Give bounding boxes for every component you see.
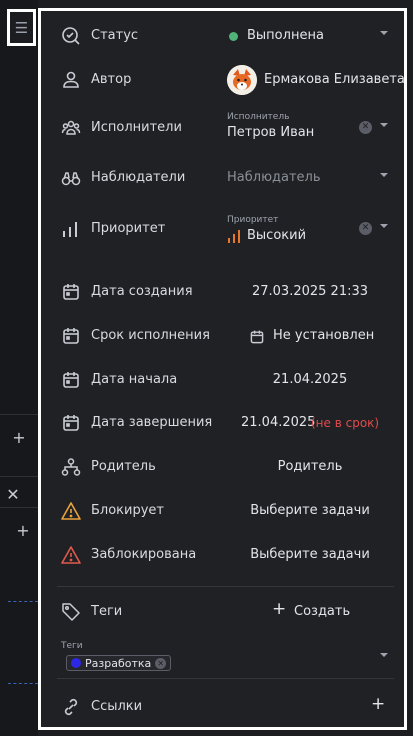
author-avatar: [227, 65, 257, 95]
chevron-down-icon[interactable]: [378, 649, 390, 661]
menu-button[interactable]: ☰: [7, 9, 36, 46]
start-date-row[interactable]: Дата начала 21.04.2025: [41, 360, 404, 400]
parent-label: Родитель: [91, 459, 156, 474]
status-dot: [229, 32, 238, 41]
chevron-down-icon[interactable]: [378, 119, 390, 131]
calendar-icon: [249, 329, 265, 345]
task-properties-panel: Статус Выполнена Автор Ермакова Елизавет…: [38, 8, 407, 730]
binoculars-icon: [61, 168, 83, 190]
priority-high-icon: [227, 229, 243, 243]
dashed-line: [8, 601, 38, 602]
plus-icon[interactable]: +: [272, 599, 286, 619]
end-date-label: Дата завершения: [91, 415, 213, 430]
created-row: Дата создания 27.03.2025 21:33: [41, 272, 404, 312]
user-icon: [61, 70, 83, 92]
end-date-row[interactable]: Дата завершения 21.04.2025 (не в срок): [41, 403, 404, 443]
priority-row[interactable]: Приоритет Приоритет Высокий ✕: [41, 209, 404, 249]
blocked-value[interactable]: Выберите задачи: [227, 547, 393, 562]
link-icon: [61, 697, 83, 719]
start-date-value[interactable]: 21.04.2025: [227, 372, 393, 387]
users-group-icon: [61, 118, 83, 140]
author-name: Ермакова Елизавета: [264, 72, 405, 87]
deadline-value[interactable]: Не установлен: [273, 328, 374, 343]
watchers-row[interactable]: Наблюдатели Наблюдатель: [41, 158, 404, 198]
priority-field-label: Приоритет: [227, 215, 279, 225]
created-label: Дата создания: [91, 284, 193, 299]
blocks-row[interactable]: Блокирует Выберите задачи: [41, 491, 404, 531]
status-value[interactable]: Выполнена: [247, 28, 324, 43]
tag-icon: [61, 602, 83, 624]
blocks-label: Блокирует: [91, 503, 164, 518]
calendar-icon: [61, 282, 83, 304]
add-button[interactable]: +: [0, 425, 38, 449]
tag-color-dot: [71, 658, 81, 668]
tags-label: Теги: [91, 604, 123, 619]
chevron-down-icon[interactable]: [378, 169, 390, 181]
status-label: Статус: [91, 28, 139, 43]
deadline-label: Срок исполнения: [91, 328, 210, 343]
watchers-placeholder[interactable]: Наблюдатель: [227, 170, 321, 185]
clear-icon[interactable]: ✕: [359, 222, 372, 235]
author-label: Автор: [91, 72, 132, 87]
created-value: 27.03.2025 21:33: [251, 284, 369, 299]
hierarchy-icon: [61, 457, 83, 479]
watchers-label: Наблюдатели: [91, 170, 186, 185]
assignee-field-label: Исполнитель: [227, 112, 290, 122]
assignee-value[interactable]: Петров Иван: [227, 125, 314, 140]
end-date-value[interactable]: 21.04.2025: [241, 415, 315, 430]
clear-icon[interactable]: ✕: [359, 121, 372, 134]
start-date-label: Дата начала: [91, 372, 178, 387]
assignees-row[interactable]: Исполнители Исполнитель Петров Иван ✕: [41, 108, 404, 148]
dashed-line: [8, 683, 38, 684]
priority-bars-icon: [61, 219, 83, 241]
parent-value[interactable]: Родитель: [227, 459, 393, 474]
tags-row: Теги + Создать: [41, 592, 404, 632]
status-check-icon: [61, 26, 83, 48]
blocked-row[interactable]: Заблокирована Выберите задачи: [41, 535, 404, 575]
links-row: Ссылки +: [41, 687, 404, 727]
parent-row[interactable]: Родитель Родитель: [41, 447, 404, 487]
priority-value[interactable]: Высокий: [247, 228, 306, 243]
chevron-down-icon[interactable]: [378, 27, 390, 39]
calendar-icon: [61, 413, 83, 435]
tag-chip[interactable]: Разработка ✕: [66, 655, 172, 671]
divider: [0, 414, 38, 415]
warning-icon: [61, 501, 83, 523]
status-row[interactable]: Статус Выполнена: [41, 16, 404, 56]
deadline-row[interactable]: Срок исполнения Не установлен: [41, 316, 404, 356]
tags-field-label: Теги: [61, 641, 83, 651]
left-strip: ☰ + ✕ +: [0, 0, 38, 736]
divider: [0, 507, 38, 508]
remove-tag-icon[interactable]: ✕: [155, 657, 167, 669]
calendar-icon: [61, 326, 83, 348]
chevron-down-icon[interactable]: [378, 220, 390, 232]
create-tag-button[interactable]: Создать: [294, 604, 350, 619]
danger-warning-icon: [61, 545, 83, 567]
divider: [0, 476, 38, 477]
add-link-button[interactable]: +: [371, 694, 385, 714]
assignees-label: Исполнители: [91, 120, 182, 135]
author-row: Автор Ермакова Елизавета: [41, 60, 405, 100]
tag-name: Разработка: [85, 656, 152, 670]
hamburger-icon: ☰: [14, 18, 29, 37]
blocks-value[interactable]: Выберите задачи: [227, 503, 393, 518]
overdue-badge: (не в срок): [311, 416, 380, 430]
priority-label: Приоритет: [91, 221, 166, 236]
divider: [57, 586, 394, 587]
links-label: Ссылки: [91, 699, 143, 714]
close-button[interactable]: ✕: [0, 482, 26, 506]
calendar-icon: [61, 370, 83, 392]
blocked-label: Заблокирована: [91, 547, 197, 562]
divider: [57, 678, 394, 679]
